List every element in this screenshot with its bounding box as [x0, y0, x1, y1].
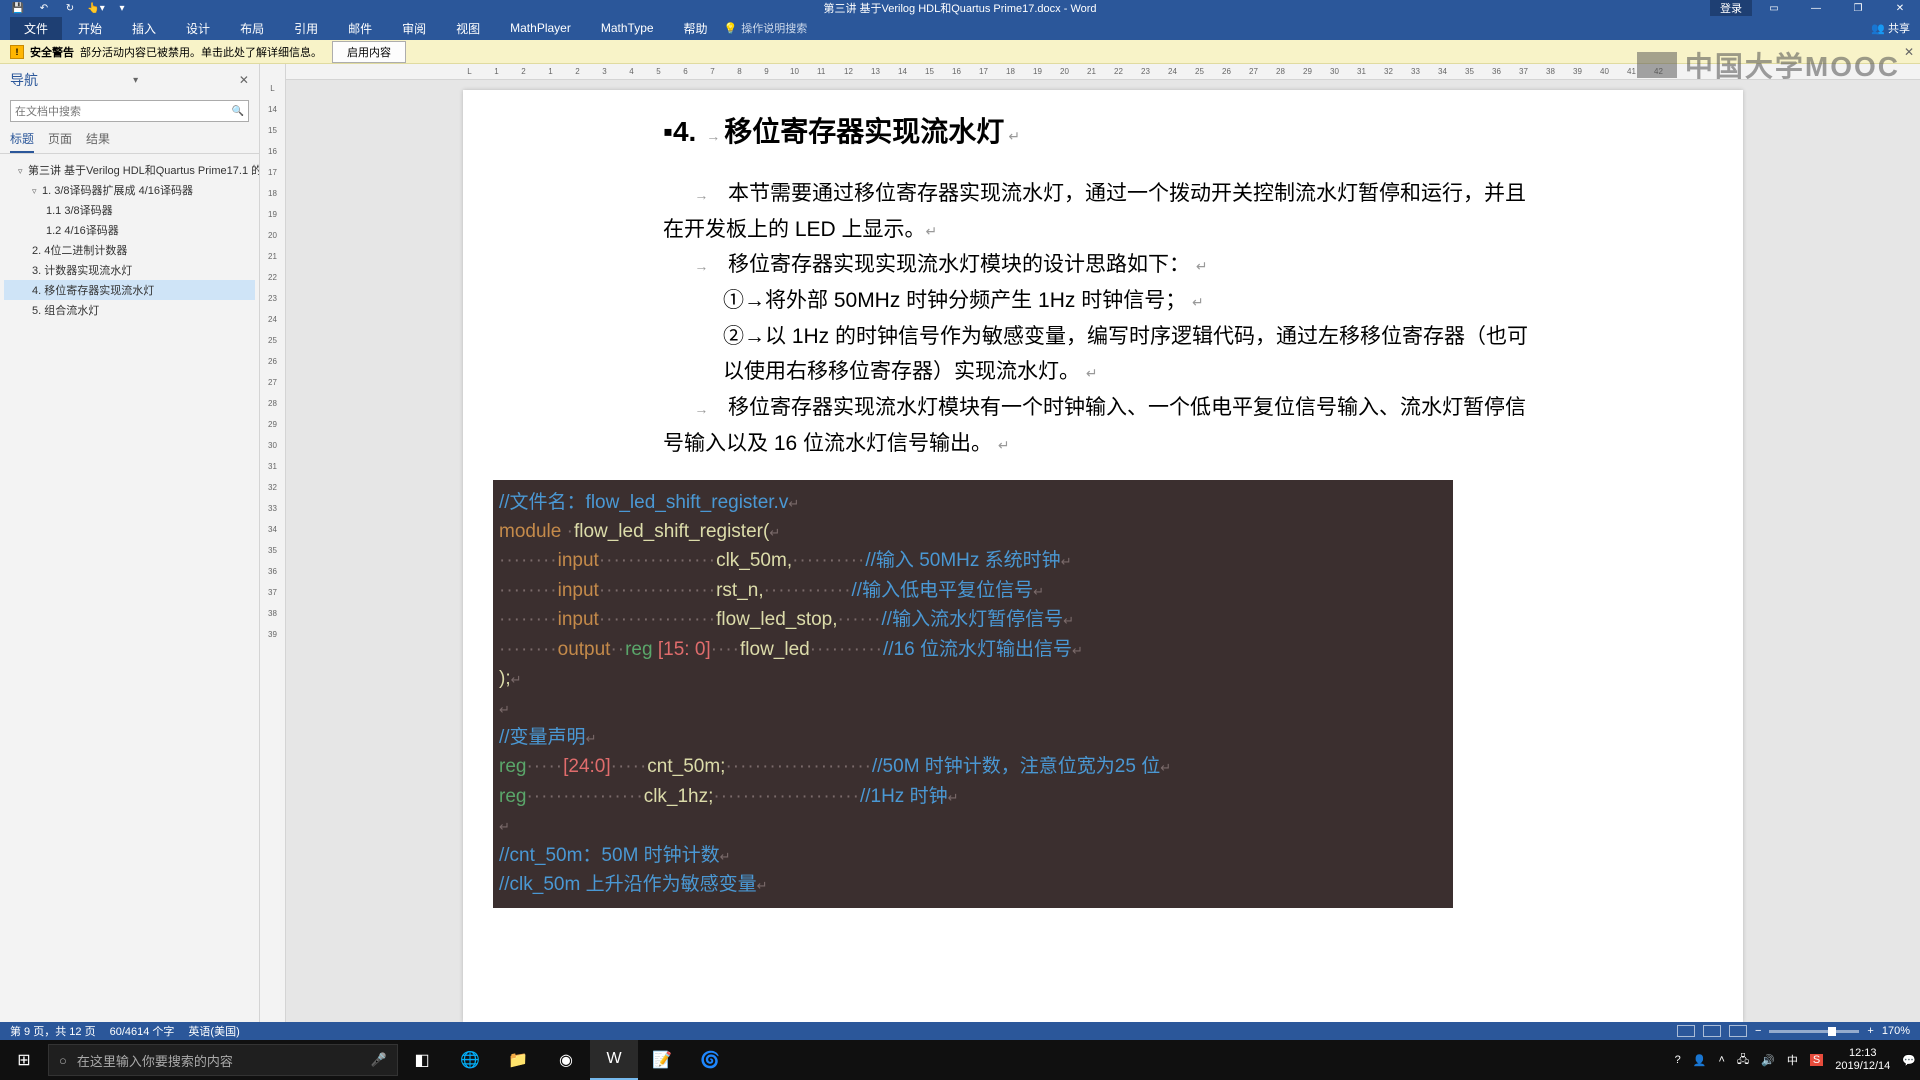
document-page: ▪4.移位寄存器实现流水灯 → 本节需要通过移位寄存器实现流水灯，通过一个拨动开… — [463, 90, 1743, 1022]
tab-mathtype[interactable]: MathType — [587, 18, 668, 38]
tab-review[interactable]: 审阅 — [388, 17, 440, 40]
save-icon[interactable]: 💾 — [8, 1, 28, 15]
tab-help[interactable]: 帮助 — [670, 17, 722, 40]
minimize-icon[interactable]: — — [1796, 0, 1836, 16]
tray-clock[interactable]: 12:13 2019/12/14 — [1835, 1047, 1890, 1073]
status-page[interactable]: 第 9 页，共 12 页 — [10, 1023, 96, 1039]
zoom-slider[interactable] — [1769, 1030, 1859, 1033]
web-layout-icon[interactable] — [1729, 1025, 1747, 1037]
tab-design[interactable]: 设计 — [172, 17, 224, 40]
cortana-icon: ○ — [59, 1053, 67, 1068]
zoom-in-icon[interactable]: + — [1867, 1025, 1873, 1037]
security-label: 安全警告 — [30, 44, 74, 60]
enable-content-button[interactable]: 启用内容 — [332, 41, 406, 63]
window-titlebar: 💾 ↶ ↻ 👆▾ ▾ 第三讲 基于Verilog HDL和Quartus Pri… — [0, 0, 1920, 16]
tray-ime-icon[interactable]: 中 — [1787, 1052, 1798, 1068]
print-layout-icon[interactable] — [1703, 1025, 1721, 1037]
tray-notifications-icon[interactable]: 💬 — [1902, 1054, 1916, 1067]
nav-close-icon[interactable]: ✕ — [239, 73, 249, 87]
tab-insert[interactable]: 插入 — [118, 17, 170, 40]
tree-item-3[interactable]: 3. 计数器实现流水灯 — [4, 260, 255, 280]
security-warning-bar: ! 安全警告 部分活动内容已被禁用。单击此处了解详细信息。 启用内容 ✕ — [0, 40, 1920, 64]
search-placeholder: 在文档中搜索 — [15, 103, 81, 119]
tree-item-2[interactable]: 2. 4位二进制计数器 — [4, 240, 255, 260]
tray-up-icon[interactable]: ˄ — [1718, 1054, 1724, 1066]
horizontal-ruler[interactable]: L121234567891011121314151617181920212223… — [286, 64, 1920, 80]
page-viewport[interactable]: ▪4.移位寄存器实现流水灯 → 本节需要通过移位寄存器实现流水灯，通过一个拨动开… — [286, 80, 1920, 1022]
maximize-icon[interactable]: ❐ — [1838, 0, 1878, 16]
tray-network-icon[interactable]: 🖧 — [1737, 1051, 1749, 1070]
mic-icon[interactable]: 🎤 — [371, 1052, 387, 1068]
taskbar-search[interactable]: ○ 在这里输入你要搜索的内容 🎤 — [48, 1044, 398, 1076]
body-paragraphs: → 本节需要通过移位寄存器实现流水灯，通过一个拨动开关控制流水灯暂停和运行，并且… — [663, 176, 1543, 462]
tab-references[interactable]: 引用 — [280, 17, 332, 40]
lightbulb-icon: 💡 — [724, 22, 738, 35]
zoom-out-icon[interactable]: − — [1755, 1025, 1761, 1037]
taskbar-search-placeholder: 在这里输入你要搜索的内容 — [77, 1051, 233, 1070]
ribbon-display-icon[interactable]: ▭ — [1754, 0, 1794, 16]
vertical-ruler[interactable]: L141516171819202122232425262728293031323… — [260, 64, 286, 1022]
read-mode-icon[interactable] — [1677, 1025, 1695, 1037]
task-view-icon[interactable]: ◧ — [398, 1040, 446, 1080]
nav-tab-pages[interactable]: 页面 — [48, 130, 72, 153]
system-tray: ? 👤 ˄ 🖧 🔊 中 S 12:13 2019/12/14 💬 — [1675, 1047, 1920, 1073]
nav-title: 导航 — [10, 70, 38, 90]
nav-tab-headings[interactable]: 标题 — [10, 130, 34, 153]
search-icon[interactable] — [232, 105, 244, 117]
tab-view[interactable]: 视图 — [442, 17, 494, 40]
start-button[interactable]: ⊞ — [0, 1040, 48, 1080]
tree-item-1[interactable]: ▿1. 3/8译码器扩展成 4/16译码器 — [4, 180, 255, 200]
taskbar-word[interactable]: W — [590, 1040, 638, 1080]
ribbon-tabs: 文件 开始 插入 设计 布局 引用 邮件 审阅 视图 MathPlayer Ma… — [0, 16, 1920, 40]
tell-me-search[interactable]: 💡操作说明搜索 — [724, 20, 808, 36]
document-title: 第三讲 基于Verilog HDL和Quartus Prime17.docx -… — [823, 0, 1096, 16]
tree-item-5[interactable]: 5. 组合流水灯 — [4, 300, 255, 320]
tree-item-4[interactable]: 4. 移位寄存器实现流水灯 — [4, 280, 255, 300]
touch-mode-icon[interactable]: 👆▾ — [86, 1, 106, 15]
nav-tab-results[interactable]: 结果 — [86, 130, 110, 153]
redo-icon[interactable]: ↻ — [60, 1, 80, 15]
tab-mailings[interactable]: 邮件 — [334, 17, 386, 40]
code-block: //文件名：flow_led_shift_register.v↵ module … — [493, 480, 1453, 908]
tray-volume-icon[interactable]: 🔊 — [1761, 1054, 1775, 1067]
status-bar: 第 9 页，共 12 页 60/4614 个字 英语(美国) − + 170% — [0, 1022, 1920, 1040]
security-message: 部分活动内容已被禁用。单击此处了解详细信息。 — [80, 44, 322, 60]
nav-search-input[interactable]: 在文档中搜索 — [10, 100, 249, 122]
taskbar-browser[interactable]: 🌐 — [446, 1040, 494, 1080]
tray-help-icon[interactable]: ? — [1675, 1054, 1681, 1066]
close-icon[interactable]: ✕ — [1880, 0, 1920, 16]
tab-layout[interactable]: 布局 — [226, 17, 278, 40]
quick-access-toolbar: 💾 ↶ ↻ 👆▾ ▾ — [0, 1, 132, 15]
taskbar-explorer[interactable]: 📁 — [494, 1040, 542, 1080]
tree-root[interactable]: ▿第三讲 基于Verilog HDL和Quartus Prime17.1 的..… — [4, 160, 255, 180]
taskbar-app-2[interactable]: 📝 — [638, 1040, 686, 1080]
taskbar-app-3[interactable]: 🌀 — [686, 1040, 734, 1080]
status-words[interactable]: 60/4614 个字 — [110, 1023, 175, 1039]
undo-icon[interactable]: ↶ — [34, 1, 54, 15]
tab-mathplayer[interactable]: MathPlayer — [496, 18, 585, 38]
windows-taskbar: ⊞ ○ 在这里输入你要搜索的内容 🎤 ◧ 🌐 📁 ◉ W 📝 🌀 ? 👤 ˄ 🖧… — [0, 1040, 1920, 1080]
tree-item-1-2[interactable]: 1.2 4/16译码器 — [4, 220, 255, 240]
tray-people-icon[interactable]: 👤 — [1693, 1054, 1707, 1067]
close-bar-icon[interactable]: ✕ — [1904, 45, 1914, 59]
tray-sogou-icon[interactable]: S — [1810, 1054, 1823, 1066]
share-button[interactable]: 👥 共享 — [1871, 20, 1910, 36]
taskbar-app-1[interactable]: ◉ — [542, 1040, 590, 1080]
tree-item-1-1[interactable]: 1.1 3/8译码器 — [4, 200, 255, 220]
tab-home[interactable]: 开始 — [64, 17, 116, 40]
navigation-pane: 导航 ▾ ✕ 在文档中搜索 标题 页面 结果 ▿第三讲 基于Verilog HD… — [0, 64, 260, 1022]
qat-dropdown-icon[interactable]: ▾ — [112, 1, 132, 15]
document-area: L141516171819202122232425262728293031323… — [260, 64, 1920, 1022]
heading-4: ▪4.移位寄存器实现流水灯 — [663, 110, 1543, 150]
zoom-level[interactable]: 170% — [1882, 1025, 1910, 1037]
tab-file[interactable]: 文件 — [10, 17, 62, 40]
signin-button[interactable]: 登录 — [1710, 0, 1752, 17]
status-lang[interactable]: 英语(美国) — [188, 1023, 239, 1039]
warning-icon: ! — [10, 45, 24, 59]
nav-dropdown-icon[interactable]: ▾ — [133, 75, 144, 86]
nav-tree: ▿第三讲 基于Verilog HDL和Quartus Prime17.1 的..… — [0, 154, 259, 326]
